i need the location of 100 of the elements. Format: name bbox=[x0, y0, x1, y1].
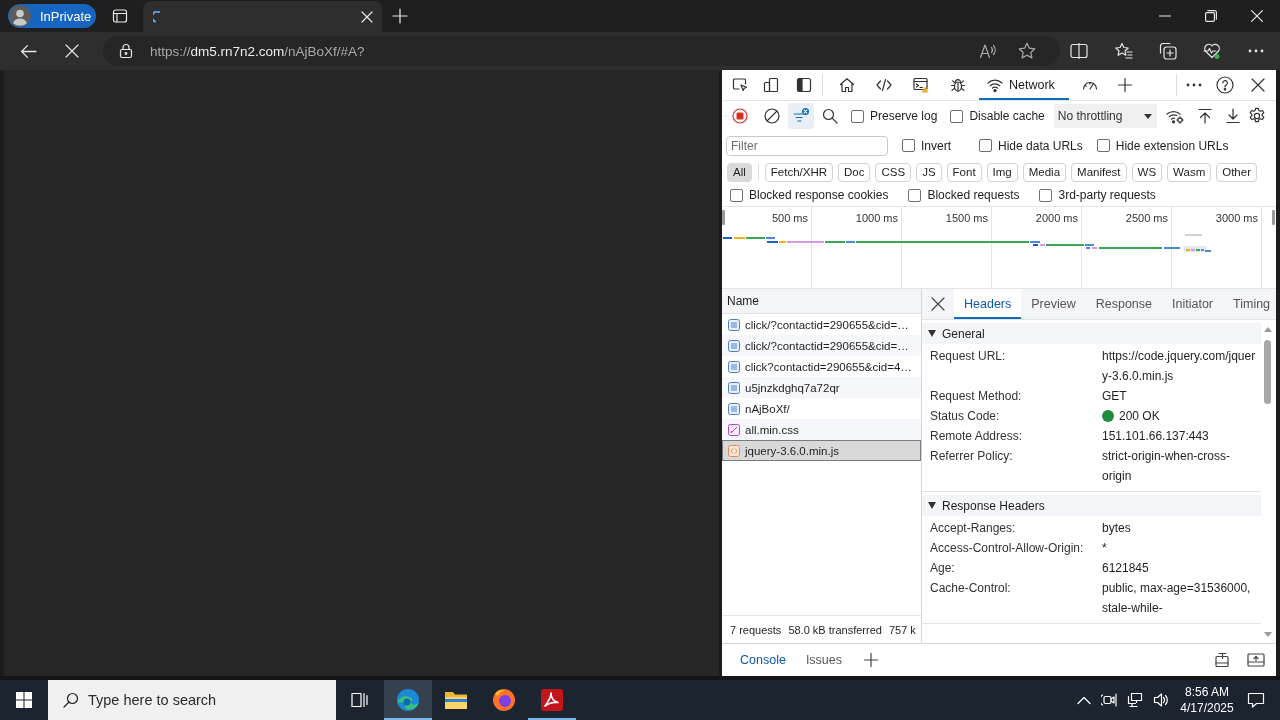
split-screen-icon[interactable] bbox=[1070, 42, 1088, 60]
clear-icon[interactable] bbox=[764, 108, 780, 124]
details-tab[interactable]: Response bbox=[1085, 289, 1162, 319]
time-tick-label: 2500 ms bbox=[1125, 212, 1168, 224]
header-name: Request Method: bbox=[930, 388, 1023, 405]
heart-pulse-icon[interactable] bbox=[1203, 42, 1221, 60]
type-filter-chip[interactable]: CSS bbox=[875, 162, 912, 182]
type-filter-chip[interactable]: WS bbox=[1131, 162, 1163, 182]
type-filter-chip[interactable]: Img bbox=[986, 162, 1018, 182]
type-filter-chip[interactable]: Fetch/XHR bbox=[764, 162, 834, 182]
more-icon[interactable] bbox=[1186, 83, 1202, 87]
throttling-select[interactable]: No throttling bbox=[1053, 104, 1157, 128]
upload-icon[interactable] bbox=[1196, 108, 1213, 124]
request-row[interactable]: all.min.css bbox=[722, 419, 921, 440]
collections-icon[interactable] bbox=[1159, 42, 1177, 60]
add-icon[interactable] bbox=[1116, 77, 1133, 93]
checkbox-label: Disable cache bbox=[969, 109, 1045, 123]
type-filter-chip[interactable]: Font bbox=[946, 162, 982, 182]
section-header[interactable]: General bbox=[922, 323, 1261, 344]
search-field[interactable]: Type here to search bbox=[48, 680, 336, 720]
code-icon bbox=[876, 77, 892, 93]
add-icon[interactable] bbox=[864, 653, 878, 667]
header-value: bytes bbox=[1102, 520, 1131, 537]
details-tab[interactable]: Preview bbox=[1021, 289, 1086, 319]
section-header[interactable]: Response Headers bbox=[922, 495, 1261, 516]
checkbox[interactable] bbox=[979, 139, 992, 152]
search-icon[interactable] bbox=[822, 108, 838, 124]
clock[interactable]: 8:56 AM 4/17/2025 bbox=[1177, 684, 1237, 716]
script-icon bbox=[728, 444, 740, 457]
checkbox[interactable] bbox=[902, 139, 915, 152]
request-row[interactable]: click?contactid=290655&cid=4… bbox=[722, 356, 921, 377]
record-icon[interactable] bbox=[732, 108, 748, 124]
volume-icon[interactable] bbox=[1153, 692, 1169, 708]
close-icon[interactable] bbox=[1251, 78, 1265, 92]
request-name: click?contactid=290655&cid=4… bbox=[745, 360, 912, 373]
type-filter-chip[interactable]: Other bbox=[1216, 162, 1257, 182]
network-icon[interactable] bbox=[1127, 692, 1143, 708]
type-filter-chip[interactable]: Media bbox=[1022, 162, 1067, 182]
device-icon[interactable] bbox=[763, 77, 779, 93]
star-icon[interactable] bbox=[1018, 42, 1036, 60]
range-handle[interactable] bbox=[1272, 210, 1275, 225]
back-icon[interactable] bbox=[20, 42, 37, 60]
restore-icon[interactable] bbox=[1205, 10, 1217, 22]
request-row[interactable]: click/?contactid=290655&cid=… bbox=[722, 314, 921, 335]
task-view-icon[interactable] bbox=[351, 691, 369, 709]
details-tab[interactable]: Initiator bbox=[1162, 289, 1223, 319]
checkbox[interactable] bbox=[1039, 188, 1053, 202]
camera-icon[interactable] bbox=[1101, 692, 1117, 708]
column-header[interactable]: Name bbox=[722, 289, 921, 314]
favorites-icon[interactable] bbox=[1115, 42, 1133, 60]
document-icon bbox=[728, 339, 740, 352]
checkbox[interactable] bbox=[1096, 139, 1110, 152]
request-row[interactable]: click/?contactid=290655&cid=… bbox=[722, 335, 921, 356]
request-name: click/?contactid=290655&cid=… bbox=[745, 318, 909, 331]
checkbox[interactable] bbox=[950, 109, 964, 123]
chevron-up-icon[interactable] bbox=[1077, 695, 1091, 705]
expand-icon[interactable] bbox=[1247, 651, 1265, 669]
new-tab-icon[interactable] bbox=[392, 8, 408, 24]
type-filter-chip[interactable]: Manifest bbox=[1071, 162, 1127, 182]
download-icon[interactable] bbox=[1224, 108, 1241, 124]
inspect-icon[interactable] bbox=[732, 77, 748, 93]
dock-icon[interactable] bbox=[1213, 651, 1231, 669]
filter-button[interactable] bbox=[788, 103, 814, 129]
details-tab[interactable]: Headers bbox=[954, 289, 1022, 319]
details-tab[interactable]: Timing bbox=[1223, 289, 1280, 319]
type-filter-chip[interactable]: Doc bbox=[838, 162, 871, 182]
profile-button[interactable]: InPrivate bbox=[8, 4, 96, 28]
checkbox[interactable] bbox=[730, 188, 743, 202]
checkbox[interactable] bbox=[851, 109, 864, 123]
stop-icon[interactable] bbox=[64, 43, 80, 59]
type-filter-chip[interactable]: All bbox=[727, 162, 752, 182]
type-filter-chip[interactable]: Wasm bbox=[1167, 162, 1212, 182]
summary-text: 7 requests bbox=[730, 623, 782, 636]
more-icon[interactable] bbox=[1248, 49, 1264, 53]
close-tab-icon[interactable] bbox=[361, 10, 373, 23]
dock-side-icon[interactable] bbox=[796, 77, 812, 93]
filter-input[interactable]: Filter bbox=[726, 135, 888, 156]
drawer-tab[interactable]: Console bbox=[730, 644, 796, 676]
checkbox[interactable] bbox=[908, 188, 922, 202]
fox-globe-icon bbox=[492, 688, 516, 712]
tab-actions-icon[interactable] bbox=[112, 8, 128, 24]
section-title: General bbox=[942, 326, 985, 341]
document-app-icon bbox=[540, 688, 564, 712]
section-title: Response Headers bbox=[942, 498, 1045, 513]
notification-icon[interactable] bbox=[1247, 691, 1265, 709]
address-bar[interactable]: https://dm5.rn7n2.com/nAjBoXf/#A? bbox=[103, 36, 1060, 66]
request-row[interactable]: u5jnzkdghq7a72qr bbox=[722, 377, 921, 398]
drawer-tab[interactable]: Issues bbox=[795, 644, 852, 676]
request-row[interactable]: nAjBoXf/ bbox=[722, 398, 921, 419]
read-aloud-icon[interactable] bbox=[979, 42, 997, 60]
settings-icon[interactable] bbox=[1247, 107, 1266, 125]
console-icon bbox=[913, 77, 929, 93]
document-icon bbox=[728, 381, 740, 394]
request-row[interactable]: jquery-3.6.0.min.js bbox=[722, 440, 921, 461]
close-icon[interactable] bbox=[931, 297, 945, 311]
header-name: Request URL: bbox=[930, 348, 1007, 365]
help-icon[interactable] bbox=[1216, 76, 1234, 94]
range-handle[interactable] bbox=[722, 210, 725, 225]
type-filter-chip[interactable]: JS bbox=[916, 162, 942, 182]
start-icon[interactable] bbox=[16, 692, 32, 708]
